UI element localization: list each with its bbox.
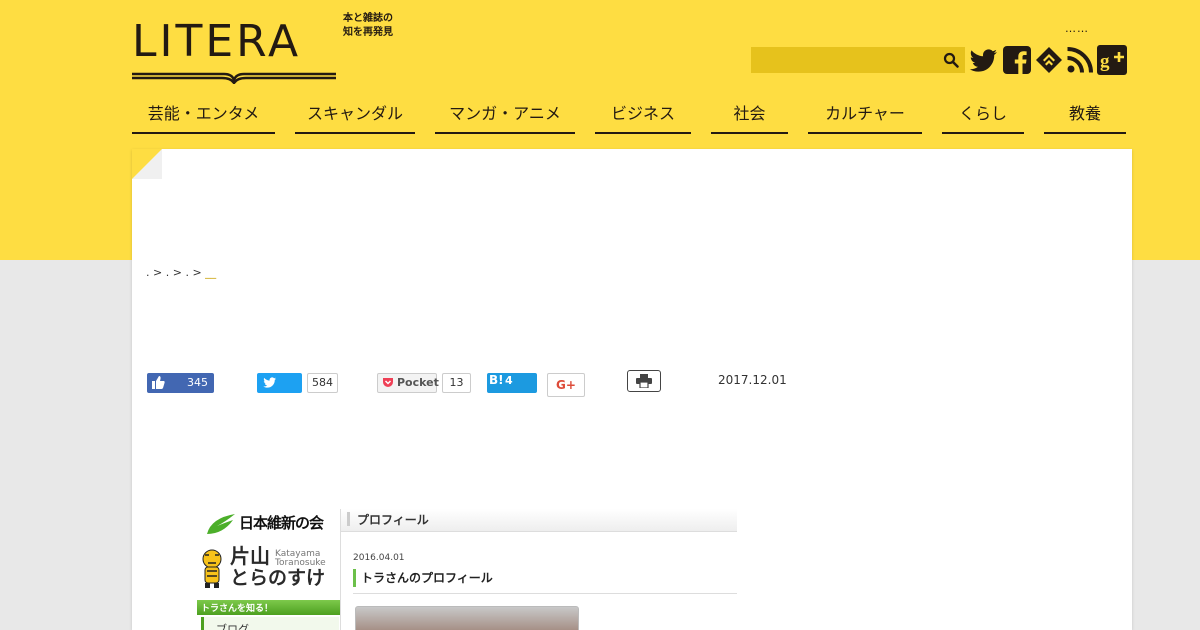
tweet-count-value: 584 — [312, 376, 333, 389]
header-accent — [347, 512, 350, 526]
header-dots: …… — [1065, 22, 1089, 35]
article-date: 2017.12.01 — [718, 373, 787, 387]
thumbs-up-icon — [152, 376, 165, 389]
nav-item-society[interactable]: 社会 — [711, 100, 788, 134]
nav-item-life[interactable]: くらし — [942, 100, 1024, 134]
post-title: トラさんのプロフィール — [361, 571, 493, 585]
party-leaf-icon — [207, 514, 235, 534]
nav-item-entertainment[interactable]: 芸能・エンタメ — [132, 100, 275, 134]
embedded-main: プロフィール 2016.04.01 トラさんのプロフィール — [341, 509, 737, 630]
print-button[interactable] — [627, 370, 661, 392]
gplus-label: G+ — [556, 378, 576, 392]
pocket-count-value: 13 — [449, 376, 464, 389]
nav-label: 教養 — [1068, 104, 1101, 123]
hatena-label: B! — [489, 373, 504, 387]
card-corner — [132, 149, 162, 179]
profile-photo — [355, 606, 579, 630]
twitter-bird-icon — [263, 377, 277, 388]
nav-label: スキャンダル — [306, 104, 403, 123]
twitter-icon[interactable] — [969, 45, 999, 75]
breadcrumb-link[interactable]: . — [185, 266, 189, 279]
pocket-icon — [383, 378, 393, 387]
tweet-button[interactable] — [257, 373, 302, 393]
pocket-count: 13 — [442, 373, 471, 393]
search-box[interactable] — [751, 47, 965, 73]
rss-icon[interactable] — [1065, 45, 1095, 75]
side-menu-header[interactable]: トラさんを知る！ — [197, 600, 340, 615]
pocket-button[interactable]: Pocket — [377, 373, 439, 393]
category-nav: 芸能・エンタメ スキャンダル マンガ・アニメ ビジネス 社会 カルチャー くらし… — [132, 100, 1126, 134]
embedded-sidebar: 日本維新の会 片山 Katayama Toranosuke とらのすけ トラさん… — [197, 509, 341, 630]
candidate-name-kana: とらのすけ — [230, 567, 326, 589]
pocket-label: Pocket — [397, 376, 439, 389]
nav-label: 社会 — [733, 104, 766, 123]
breadcrumb-link[interactable]: . — [166, 266, 170, 279]
side-menu-item[interactable]: ブログ — [201, 617, 339, 630]
google-plus-icon[interactable]: g — [1097, 45, 1127, 75]
title-accent — [353, 569, 356, 587]
facebook-like-button[interactable]: 345 — [147, 373, 214, 393]
feedly-icon[interactable] — [1034, 45, 1064, 75]
nav-label: 芸能・エンタメ — [147, 104, 260, 123]
hatena-count: 4 — [505, 374, 513, 387]
breadcrumb: . > . > . > __ — [146, 266, 216, 279]
breadcrumb-separator: > — [153, 266, 163, 279]
candidate-name-kanji: 片山 — [230, 544, 270, 568]
nav-item-education[interactable]: 教養 — [1044, 100, 1126, 134]
title-divider — [353, 593, 737, 594]
breadcrumb-link[interactable]: . — [146, 266, 150, 279]
search-input[interactable] — [751, 47, 947, 73]
svg-text:g: g — [1100, 51, 1110, 72]
breadcrumb-separator: > — [172, 266, 182, 279]
book-icon — [132, 72, 336, 84]
breadcrumb-current: __ — [205, 266, 217, 279]
facebook-count: 345 — [187, 376, 208, 389]
tagline-line-1: 本と雑誌の — [343, 13, 393, 24]
google-plus-share-button[interactable]: G+ — [547, 373, 585, 397]
facebook-icon[interactable] — [1002, 45, 1032, 75]
hatena-bookmark-button[interactable]: B! 4 — [487, 373, 537, 393]
profile-header: プロフィール — [357, 513, 429, 527]
nav-item-manga-anime[interactable]: マンガ・アニメ — [435, 100, 575, 134]
nav-item-business[interactable]: ビジネス — [595, 100, 691, 134]
side-menu-header-label: トラさんを知る！ — [201, 604, 274, 614]
printer-icon — [636, 374, 652, 388]
logo-wordmark: LITERA — [132, 16, 302, 67]
article-image: 日本維新の会 片山 Katayama Toranosuke とらのすけ トラさん… — [197, 509, 737, 630]
nav-label: くらし — [958, 104, 1007, 123]
search-icon[interactable] — [943, 52, 959, 68]
logo-tagline: 本と雑誌の 知を再発見 — [343, 12, 393, 40]
party-name: 日本維新の会 — [239, 514, 324, 532]
nav-label: マンガ・アニメ — [449, 104, 561, 123]
nav-label: ビジネス — [610, 104, 675, 123]
side-menu-item-label: ブログ — [216, 623, 249, 630]
tagline-line-2: 知を再発見 — [343, 27, 393, 38]
profile-header-bar: プロフィール — [341, 509, 737, 532]
tweet-count: 584 — [307, 373, 338, 393]
nav-item-culture[interactable]: カルチャー — [808, 100, 922, 134]
nav-item-scandal[interactable]: スキャンダル — [295, 100, 415, 134]
breadcrumb-separator: > — [192, 266, 202, 279]
post-date: 2016.04.01 — [353, 553, 405, 563]
site-logo[interactable]: LITERA 本と雑誌の 知を再発見 — [132, 12, 412, 86]
tiger-mascot-icon — [202, 549, 222, 588]
nav-label: カルチャー — [825, 104, 905, 123]
